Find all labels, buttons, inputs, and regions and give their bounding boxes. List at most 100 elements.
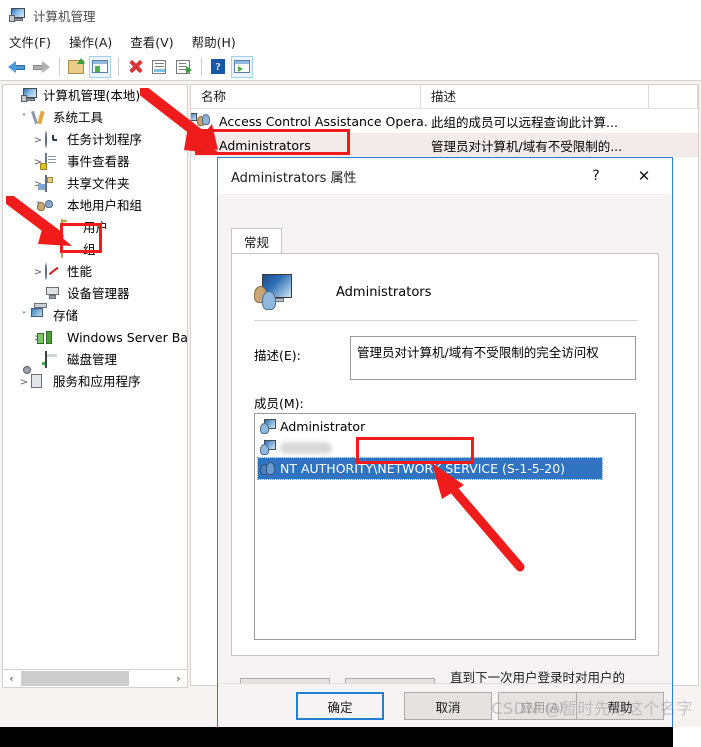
tree-item-storage[interactable]: ˅ 存储 [3, 305, 187, 327]
group-description-cell: 此组的成员可以远程查询此计算... [431, 114, 618, 130]
watermark: CSDN @暂时先用这个名字 [491, 699, 693, 718]
tree-item-performance[interactable]: > 性能 [3, 261, 187, 283]
forward-icon[interactable] [30, 56, 52, 78]
column-header-description[interactable]: 描述 [421, 85, 649, 108]
tree-item-label: 服务和应用程序 [53, 373, 141, 389]
list-item[interactable] [255, 437, 635, 458]
table-row[interactable]: Administrators 管理员对计算机/域有不受限制的... [191, 133, 698, 157]
tree-item-windows-server-backup[interactable]: > Windows Server Back [3, 327, 187, 349]
chevron-right-icon[interactable]: > [31, 267, 45, 278]
description-label: 描述(E): [254, 348, 301, 363]
properties-icon[interactable] [148, 56, 170, 78]
group-large-icon [254, 274, 294, 310]
device-manager-icon [45, 286, 62, 302]
console-tree[interactable]: 计算机管理(本地) ˅ 系统工具 > 任务计划程序 > 事件查看器 > 共享文件 [2, 84, 188, 670]
scrollbar-thumb[interactable] [21, 671, 129, 686]
menubar: 文件(F) 操作(A) 查看(V) 帮助(H) [0, 30, 701, 53]
member-label: Administrator [280, 419, 366, 434]
menu-help[interactable]: 帮助(H) [192, 32, 236, 51]
tree-item-local-users-and-groups[interactable]: ˅ 本地用户和组 [3, 195, 187, 217]
scroll-left-icon[interactable]: ‹ [3, 670, 20, 687]
tree-item-label: 任务计划程序 [67, 131, 143, 147]
export-list-icon[interactable] [172, 56, 194, 78]
tree-item-shared-folders[interactable]: > 共享文件夹 [3, 173, 187, 195]
tree-horizontal-scrollbar[interactable]: ‹ › [2, 669, 188, 688]
list-item[interactable]: Administrator [255, 416, 635, 437]
tree-item-computer-management[interactable]: 计算机管理(本地) [3, 85, 187, 107]
admin-group-icon [197, 137, 215, 153]
tree-item-label: Windows Server Back [67, 329, 188, 345]
computer-management-window: 计算机管理 文件(F) 操作(A) 查看(V) 帮助(H) ? 计算机管理(本地… [0, 0, 701, 727]
ok-button[interactable]: 确定 [296, 692, 384, 720]
table-row[interactable]: Access Control Assistance Opera... 此组的成员… [191, 109, 698, 133]
shared-folders-icon [45, 175, 62, 192]
chevron-right-icon[interactable]: > [31, 135, 45, 146]
tree-item-label: 计算机管理(本地) [43, 87, 141, 103]
window-titlebar: 计算机管理 [0, 0, 701, 30]
chevron-right-icon[interactable]: > [17, 377, 31, 388]
members-listbox[interactable]: Administrator NT AUTHORITY\NETWORK SERVI… [254, 413, 636, 640]
services-apps-icon [31, 374, 48, 390]
tree-item-label: 事件查看器 [67, 153, 130, 169]
dialog-titlebar: Administrators 属性 ? ✕ [218, 158, 672, 194]
tree-item-label: 用户 [83, 219, 109, 235]
toolbar-separator [118, 57, 119, 76]
cancel-button[interactable]: 取消 [404, 692, 492, 720]
tree-item-label: 设备管理器 [67, 285, 130, 301]
menu-action[interactable]: 操作(A) [69, 32, 112, 51]
group-name-cell: Access Control Assistance Opera... [219, 113, 427, 129]
dialog-body: 常规 Administrators 描述(E): 管理员对计算机/域有不受限制的… [218, 194, 672, 704]
tree-item-label: 本地用户和组 [67, 197, 143, 213]
tree-item-label: 存储 [53, 307, 79, 323]
show-hide-tree-icon[interactable] [89, 55, 111, 78]
tab-page-general: Administrators 描述(E): 管理员对计算机/域有不受限制的完全访… [231, 253, 659, 656]
window-title: 计算机管理 [33, 8, 96, 24]
tree-item-services-and-applications[interactable]: > 服务和应用程序 [3, 371, 187, 393]
menu-file[interactable]: 文件(F) [9, 32, 51, 51]
description-input[interactable]: 管理员对计算机/域有不受限制的完全访问权 [350, 336, 636, 380]
task-scheduler-icon [45, 131, 62, 148]
scrollbar-track[interactable] [131, 671, 169, 686]
folder-icon [61, 219, 78, 236]
tree-item-users[interactable]: 用户 [3, 217, 187, 239]
user-icon [260, 419, 276, 434]
up-folder-icon[interactable] [65, 56, 87, 78]
menu-view[interactable]: 查看(V) [130, 32, 173, 51]
bottom-black-band [0, 727, 701, 747]
tree-item-label: 磁盘管理 [67, 351, 118, 367]
chevron-down-icon[interactable]: ˅ [17, 311, 31, 322]
performance-icon [45, 263, 62, 280]
redacted-member-label [280, 441, 332, 454]
back-icon[interactable] [6, 56, 28, 78]
group-member-icon [260, 461, 276, 476]
column-header-blank [649, 85, 698, 108]
chevron-down-icon[interactable]: ˅ [17, 113, 31, 124]
event-viewer-icon [45, 153, 62, 170]
tree-item-groups[interactable]: 组 [3, 239, 187, 261]
members-label: 成员(M): [254, 396, 304, 411]
column-header-name[interactable]: 名称 [191, 85, 421, 108]
toolbar: ? [0, 53, 701, 81]
tab-general[interactable]: 常规 [231, 228, 283, 254]
close-icon[interactable]: ✕ [624, 158, 664, 194]
scroll-right-icon[interactable]: › [170, 670, 187, 687]
computer-management-icon [9, 7, 26, 23]
delete-icon[interactable] [124, 56, 146, 78]
show-action-pane-icon[interactable] [231, 55, 253, 78]
disk-management-icon [45, 351, 62, 368]
tree-item-label: 性能 [67, 263, 93, 279]
help-icon[interactable]: ? [207, 56, 229, 78]
tree-item-device-manager[interactable]: 设备管理器 [3, 283, 187, 305]
group-name-cell: Administrators [219, 137, 311, 153]
group-name: Administrators [336, 284, 432, 300]
group-description-cell: 管理员对计算机/域有不受限制的... [431, 138, 623, 154]
list-item[interactable]: NT AUTHORITY\NETWORK SERVICE (S-1-5-20) [257, 457, 603, 480]
computer-icon [21, 88, 38, 104]
toolbar-separator [59, 57, 60, 76]
tree-item-system-tools[interactable]: ˅ 系统工具 [3, 107, 187, 129]
help-icon[interactable]: ? [576, 158, 616, 194]
tree-item-label: 组 [83, 241, 96, 257]
tree-item-task-scheduler[interactable]: > 任务计划程序 [3, 129, 187, 151]
tree-item-event-viewer[interactable]: > 事件查看器 [3, 151, 187, 173]
user-icon [260, 440, 276, 455]
